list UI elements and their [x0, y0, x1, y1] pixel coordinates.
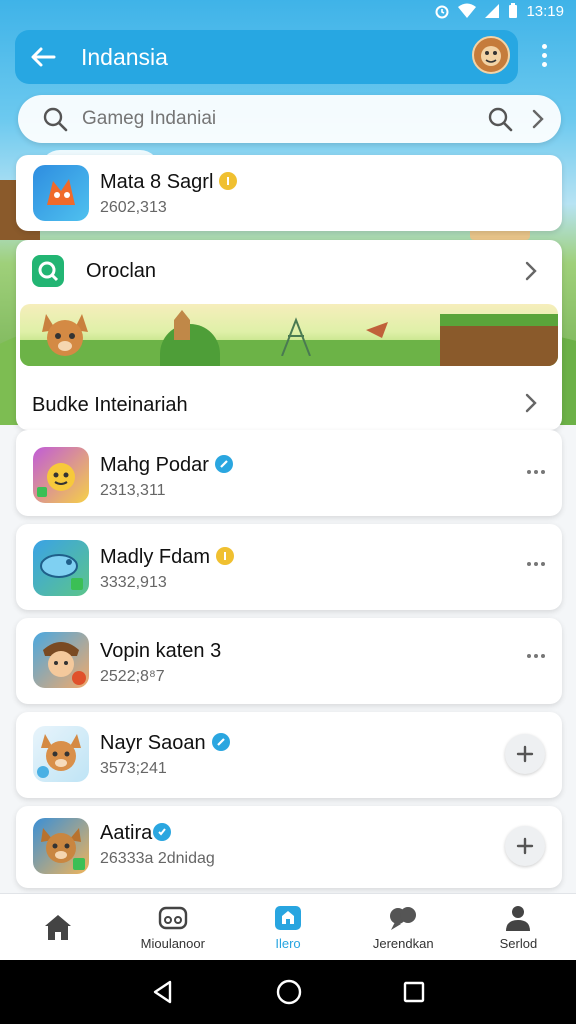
section-title: Budke Inteinariah [32, 394, 188, 416]
search-submit-icon[interactable] [487, 106, 513, 132]
list-item[interactable]: Madly Fdam 3332,913 [16, 524, 562, 610]
collection-header[interactable]: Oroclan [16, 240, 562, 302]
chevron-right-icon [525, 393, 537, 413]
app-subtitle: 3332,913 [100, 574, 167, 591]
overflow-menu-button[interactable] [530, 40, 558, 70]
nav-games[interactable]: Mioulanoor [115, 894, 230, 960]
profile-icon [506, 905, 531, 931]
app-icon [33, 540, 89, 596]
app-name: Mahg Podar [100, 454, 209, 476]
verified-icon [214, 455, 233, 473]
app-icon [33, 818, 89, 874]
page-title: Indansia [81, 43, 168, 70]
app-subtitle: 2522;8⁸7 [100, 668, 165, 685]
app-icon [33, 447, 89, 503]
nav-label: Mioulanoor [140, 935, 205, 951]
plus-icon [516, 837, 534, 855]
alarm-icon [434, 3, 450, 19]
back-triangle-icon[interactable] [150, 979, 176, 1005]
app-subtitle: 2602,313 [100, 199, 167, 216]
featured-app-card[interactable]: Mata 8 Sagrl 2602,313 [16, 155, 562, 231]
banner-image[interactable] [20, 304, 558, 366]
collection-card: Oroclan Budke Inteinariah [16, 240, 562, 430]
nav-label: Jerendkan [372, 935, 434, 951]
verified-icon [211, 733, 230, 751]
add-button[interactable] [505, 826, 545, 866]
monkey-avatar-icon [481, 46, 501, 66]
badge-icon [216, 547, 235, 565]
chevron-right-icon[interactable] [531, 108, 545, 130]
plus-icon [516, 745, 534, 763]
app-subtitle: 3573;241 [100, 760, 167, 777]
add-button[interactable] [505, 734, 545, 774]
app-name: Aatira [100, 822, 153, 844]
nav-community[interactable]: Jerendkan [346, 894, 461, 960]
gamepad-icon [158, 906, 187, 929]
store-icon [275, 905, 301, 930]
list-item[interactable]: Mahg Podar 2313,311 [16, 430, 562, 516]
app-name: Vopin katen 3 [100, 640, 222, 662]
more-options-button[interactable] [521, 460, 551, 484]
more-options-button[interactable] [521, 552, 551, 576]
chevron-right-icon [525, 261, 537, 281]
app-icon [33, 632, 89, 688]
nav-store[interactable]: Ilero [230, 894, 345, 960]
nav-home[interactable] [0, 894, 115, 960]
community-icon [390, 906, 417, 930]
verified-icon [153, 823, 172, 841]
back-arrow-icon [31, 47, 56, 67]
app-name: Nayr Saoan [100, 732, 206, 754]
home-circle-icon[interactable] [275, 978, 303, 1006]
search-icon [43, 107, 68, 132]
nav-label: Serlod [499, 935, 538, 951]
system-navigation-bar [0, 960, 576, 1024]
app-icon [33, 726, 89, 782]
collection-icon [32, 255, 64, 287]
recents-square-icon[interactable] [402, 980, 426, 1004]
status-bar: 13:19 [0, 0, 576, 22]
bottom-navigation: Mioulanoor Ilero Jerendkan Serlod [0, 893, 576, 960]
app-subtitle: 26333a 2dnidag [100, 850, 215, 867]
badge-icon [219, 172, 238, 190]
home-icon [44, 915, 71, 940]
app-icon [33, 165, 89, 221]
search-input[interactable] [82, 108, 487, 130]
avatar[interactable] [472, 36, 510, 74]
nav-profile[interactable]: Serlod [461, 894, 576, 960]
more-options-button[interactable] [521, 644, 551, 668]
nav-label: Ilero [275, 935, 301, 951]
collection-title: Oroclan [86, 260, 157, 282]
signal-icon [484, 3, 500, 19]
search-bar[interactable] [18, 95, 561, 143]
section-header[interactable]: Budke Inteinariah [16, 380, 562, 424]
list-item[interactable]: Aatira 26333a 2dnidag [16, 806, 562, 888]
battery-icon [508, 3, 518, 19]
app-bar: Indansia [15, 30, 518, 84]
app-name: Mata 8 Sagrl [100, 171, 214, 193]
app-subtitle: 2313,311 [100, 482, 166, 499]
list-item[interactable]: Vopin katen 3 2522;8⁸7 [16, 618, 562, 704]
back-button[interactable] [15, 30, 71, 84]
list-item[interactable]: Nayr Saoan 3573;241 [16, 712, 562, 798]
clock-text: 13:19 [526, 2, 564, 20]
wifi-icon [458, 3, 477, 19]
fox-character-icon [42, 314, 88, 356]
app-name: Madly Fdam [100, 546, 211, 568]
